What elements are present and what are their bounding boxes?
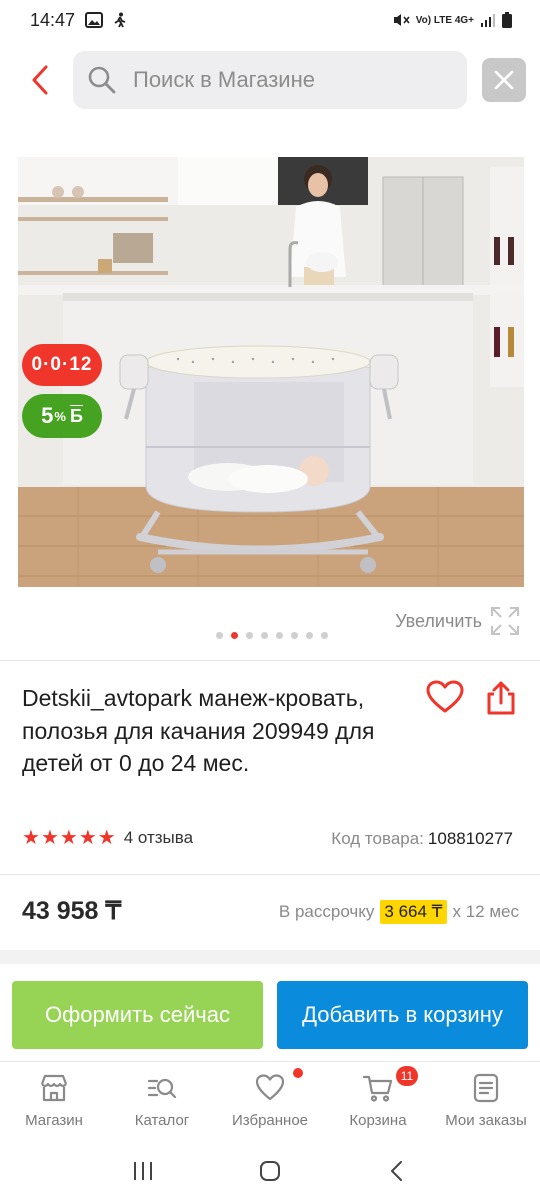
bonus-unit: %	[54, 408, 66, 424]
back-button[interactable]	[22, 62, 58, 98]
buy-now-button[interactable]: Оформить сейчас	[12, 981, 263, 1049]
zoom-label: Увеличить	[395, 610, 482, 631]
close-search-button[interactable]	[482, 58, 526, 102]
battery-icon	[502, 12, 512, 28]
product-title: Detskii_avtopark манеж-кровать, полозья …	[22, 685, 375, 776]
gallery-dot[interactable]	[291, 632, 298, 639]
installment-suffix: x 12 мес	[452, 902, 520, 921]
add-to-cart-button[interactable]: Добавить в корзину	[277, 981, 528, 1049]
search-input[interactable]: Поиск в Магазине	[73, 51, 467, 109]
gallery-dot[interactable]	[306, 632, 313, 639]
star-icon: ★	[59, 827, 78, 849]
divider	[0, 660, 540, 661]
favorites-notification-dot	[293, 1068, 303, 1078]
product-price: 43 958 ₸	[22, 897, 122, 925]
rating-stars: ★ ★ ★ ★ ★	[22, 828, 116, 848]
gallery-notification-icon	[85, 12, 104, 28]
tab-orders[interactable]: Мои заказы	[432, 1062, 540, 1141]
favorite-button[interactable]	[426, 680, 464, 716]
close-icon	[494, 70, 514, 90]
gallery-dot[interactable]	[321, 632, 328, 639]
gallery-dot[interactable]	[261, 632, 268, 639]
search-placeholder: Поиск в Магазине	[133, 67, 315, 92]
sku-value: 108810277	[427, 829, 513, 848]
gallery-indicator	[216, 632, 328, 639]
search-header: Поиск в Магазине	[0, 48, 540, 112]
status-time: 14:47	[30, 9, 76, 30]
installment-badge: 0·0·12	[22, 344, 102, 386]
heart-icon	[255, 1074, 285, 1101]
bonus-badge: 5% Б	[22, 394, 102, 438]
cart-icon	[362, 1075, 393, 1102]
tab-store[interactable]: Магазин	[0, 1062, 108, 1141]
sku: Код товара: 108810277	[331, 829, 513, 849]
tab-label: Магазин	[25, 1112, 83, 1129]
share-button[interactable]	[484, 680, 518, 716]
status-bar: 14:47 Vo) LTE 4G+	[0, 0, 540, 40]
installment-amount: 3 664 ₸	[380, 900, 447, 924]
home-icon[interactable]	[258, 1159, 282, 1183]
tab-label: Корзина	[349, 1112, 407, 1129]
gallery-dot[interactable]	[276, 632, 283, 639]
search-icon	[88, 66, 116, 94]
store-icon	[40, 1074, 68, 1102]
section-separator	[0, 950, 540, 964]
star-icon: ★	[40, 827, 59, 849]
divider	[0, 874, 540, 875]
star-icon: ★	[97, 827, 116, 849]
bonus-value: 5	[41, 403, 54, 428]
installment-info[interactable]: В рассрочку 3 664 ₸ x 12 мес	[279, 900, 519, 924]
cart-count-badge: 11	[396, 1066, 418, 1086]
star-icon: ★	[22, 827, 40, 849]
tab-label: Избранное	[231, 1112, 309, 1129]
reviews-count[interactable]: 4 отзыва	[124, 828, 193, 848]
catalog-search-icon	[147, 1078, 177, 1099]
zoom-button[interactable]: Увеличить	[395, 606, 520, 636]
orders-icon	[473, 1073, 499, 1103]
mute-icon	[393, 14, 410, 26]
star-icon: ★	[78, 827, 97, 849]
signal-icon	[481, 14, 495, 27]
network-label: Vo) LTE 4G+	[415, 14, 474, 26]
gallery-dot[interactable]	[246, 632, 253, 639]
back-nav-icon[interactable]	[385, 1159, 409, 1183]
chevron-left-icon	[32, 65, 48, 95]
system-navbar	[0, 1142, 540, 1200]
walking-notification-icon	[114, 12, 126, 28]
tab-label: Каталог	[134, 1112, 190, 1129]
expand-icon	[491, 607, 519, 635]
tab-label: Мои заказы	[445, 1112, 527, 1129]
recent-apps-icon[interactable]	[131, 1159, 155, 1183]
gallery-dot[interactable]	[216, 632, 223, 639]
tab-catalog[interactable]: Каталог	[108, 1062, 216, 1141]
bottom-tabbar: Магазин Каталог Избранное Корзина Мои за…	[0, 1061, 540, 1141]
gallery-dot-active[interactable]	[231, 632, 238, 639]
rating[interactable]: ★ ★ ★ ★ ★ 4 отзыва	[22, 828, 193, 848]
bonus-currency: Б	[69, 405, 83, 426]
tab-favorites[interactable]: Избранное	[216, 1062, 324, 1141]
share-icon	[487, 681, 515, 715]
heart-icon	[426, 680, 464, 713]
sku-label: Код товара:	[331, 829, 424, 848]
installment-prefix: В рассрочку	[278, 902, 375, 921]
